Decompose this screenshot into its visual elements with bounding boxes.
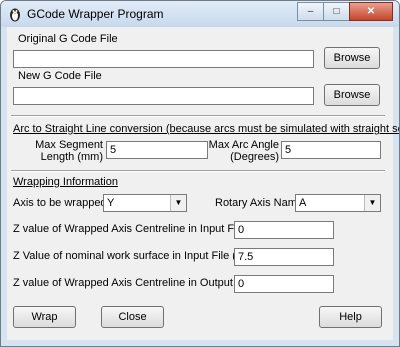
max-segment-input[interactable]: 5 — [106, 141, 208, 159]
maximize-button[interactable]: □ — [323, 2, 350, 21]
browse-new-button[interactable]: Browse — [324, 84, 380, 106]
window-controls: – □ ✕ — [297, 2, 393, 21]
browse-original-button[interactable]: Browse — [324, 47, 380, 69]
rotary-axis-label: Rotary Axis Name — [215, 197, 304, 209]
axis-select-value: Y — [107, 197, 115, 209]
title-bar[interactable]: GCode Wrapper Program – □ ✕ — [1, 1, 399, 27]
chevron-down-icon[interactable]: ▼ — [364, 195, 380, 211]
main-window: GCode Wrapper Program – □ ✕ Original G C… — [0, 0, 400, 347]
minimize-button[interactable]: – — [297, 2, 324, 21]
penguin-icon — [10, 8, 20, 22]
z-surface-field[interactable]: 7.5 — [234, 248, 334, 266]
new-file-label: New G Code File — [18, 70, 102, 82]
rotary-axis-select-value: A — [299, 197, 307, 209]
original-file-input[interactable] — [13, 50, 314, 68]
chevron-down-icon[interactable]: ▼ — [170, 195, 186, 211]
new-file-input[interactable] — [13, 87, 314, 105]
original-file-label: Original G Code File — [18, 33, 118, 45]
separator-2 — [11, 170, 385, 172]
close-button[interactable]: Close — [101, 306, 164, 328]
arc-section-heading: Arc to Straight Line conversion (because… — [13, 123, 399, 135]
max-segment-label: Max Segment Length (mm) — [35, 139, 103, 163]
help-button[interactable]: Help — [319, 306, 382, 328]
window-title: GCode Wrapper Program — [27, 7, 164, 21]
wrap-section-heading: Wrapping Information — [13, 176, 118, 188]
wrap-button[interactable]: Wrap — [13, 306, 76, 328]
axis-label: Axis to be wrapped — [13, 197, 107, 209]
axis-select[interactable]: Y ▼ — [103, 194, 187, 212]
max-arc-angle-input[interactable]: 5 — [281, 141, 381, 159]
z-centre-input-field[interactable]: 0 — [234, 221, 334, 239]
z-surface-label: Z Value of nominal work surface in Input… — [13, 250, 258, 262]
z-centre-output-field[interactable]: 0 — [234, 275, 334, 293]
max-arc-angle-label: Max Arc Angle (Degrees) — [208, 139, 279, 163]
close-window-button[interactable]: ✕ — [349, 2, 393, 21]
separator-1 — [11, 115, 385, 117]
rotary-axis-select[interactable]: A ▼ — [295, 194, 381, 212]
client-area: Original G Code File Browse New G Code F… — [7, 27, 399, 340]
